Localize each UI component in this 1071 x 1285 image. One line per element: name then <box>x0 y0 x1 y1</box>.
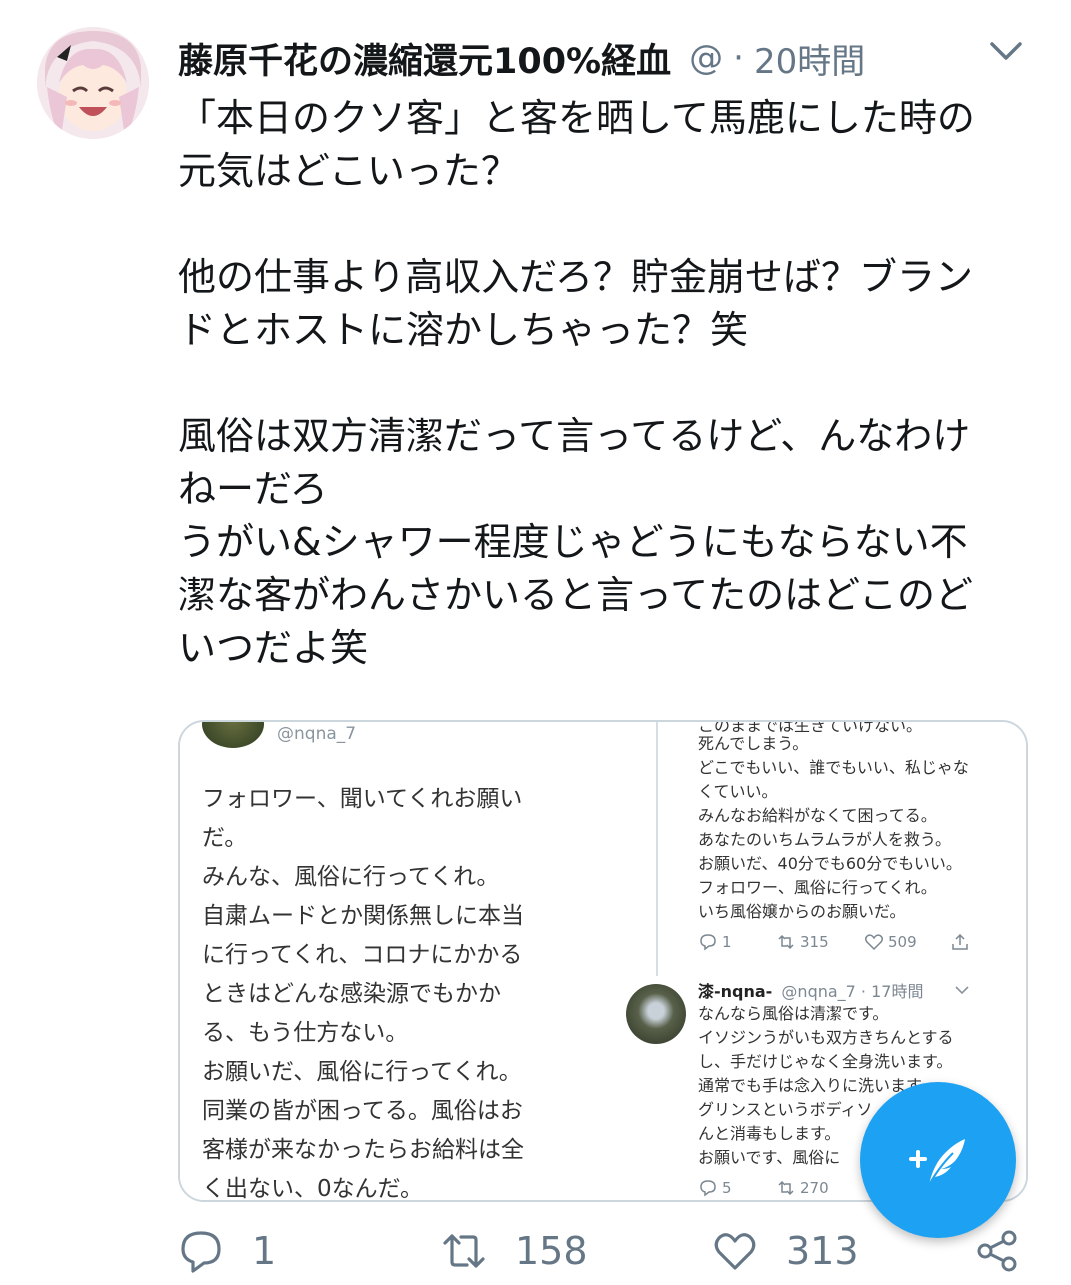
user-handle[interactable]: @ <box>689 38 723 78</box>
embedded-line: なんなら風俗は清潔です。 <box>698 1004 889 1023</box>
heart-icon <box>864 934 884 951</box>
tweet-line: いつだよ笑 <box>178 626 369 670</box>
like-button[interactable]: 313 <box>712 1228 859 1274</box>
tweet-line: 風俗は双方清潔だって言ってるけど、んなわけ <box>178 414 971 458</box>
embedded-line: 客様が来なかったらお給料は全 <box>202 1137 524 1163</box>
embedded-line: 自粛ムードとか関係無しに本当 <box>202 903 524 929</box>
embedded-line: 死んでしまう。 <box>698 734 809 753</box>
reply-icon <box>700 1180 716 1197</box>
retweet-icon <box>778 1180 794 1196</box>
embedded-share <box>950 932 974 952</box>
tweet-time[interactable]: 20時間 <box>754 34 865 83</box>
tweet-line: うがい&シャワー程度じゃどうにもならない不 <box>178 520 968 564</box>
tweet-line: ねーだろ <box>178 467 328 511</box>
embedded-line: に行ってくれ、コロナにかかる <box>202 942 523 968</box>
retweet-count: 158 <box>515 1229 588 1273</box>
embedded-line: ときはどんな感染源でもかか <box>202 981 501 1007</box>
embedded-line: 同業の皆が困ってる。風俗はお <box>202 1098 523 1124</box>
embedded-tweet-header: 漆-nqna- @nqna_7 · 17時間 <box>698 978 1018 1002</box>
heart-icon <box>714 1233 756 1270</box>
chevron-down-icon[interactable] <box>988 38 1024 66</box>
embedded-tweet-text: フォロワー、聞いてくれお願い だ。 みんな、風俗に行ってくれ。 自粛ムードとか関… <box>202 780 642 1202</box>
retweet-button[interactable]: 158 <box>441 1228 588 1274</box>
embedded-handle: @nqna_7 <box>277 724 357 744</box>
share-icon <box>952 933 968 950</box>
embedded-line: し、手だけじゃなく全身洗います。 <box>698 1052 953 1071</box>
tweet-line: 潔な客がわんさかいると言ってたのはどこのど <box>178 573 973 617</box>
media-image-left[interactable]: @nqna_7 フォロワー、聞いてくれお願い だ。 みんな、風俗に行ってくれ。 … <box>180 722 650 1200</box>
separator-dot: · <box>733 38 744 78</box>
embedded-retweet: 270 <box>776 1178 829 1198</box>
tweet-blank-line <box>178 357 1038 410</box>
share-button[interactable] <box>974 1228 1048 1274</box>
embedded-line: いち風俗嬢からのお願いだ。 <box>698 902 906 921</box>
thread-line <box>656 722 658 976</box>
reply-count: 1 <box>252 1229 277 1273</box>
embedded-line: る、もう仕方ない。 <box>202 1020 409 1046</box>
embedded-retweet-count: 270 <box>800 1179 829 1197</box>
like-count: 313 <box>786 1229 859 1273</box>
tweet-line: 元気はどこいった？ <box>178 149 519 193</box>
reply-button[interactable]: 1 <box>178 1228 276 1274</box>
chevron-down-icon <box>955 986 969 995</box>
embedded-line: フォロワー、聞いてくれお願い <box>202 786 523 812</box>
embedded-line: フォロワー、風俗に行ってくれ。 <box>698 878 937 897</box>
embedded-retweet-count: 315 <box>800 933 829 951</box>
compose-tweet-icon <box>909 1139 965 1190</box>
embedded-line: みんな、風俗に行ってくれ。 <box>202 864 500 890</box>
retweet-icon <box>443 1234 485 1268</box>
share-icon <box>977 1230 1017 1272</box>
tweet-line: 「本日のクソ客」と客を晒して馬鹿にした時の <box>178 96 975 140</box>
tweet-line: 他の仕事より高収入だろ？貯金崩せば？ブラン <box>178 255 973 299</box>
embedded-reply: 1 <box>698 932 776 952</box>
embedded-retweet: 315 <box>776 932 864 952</box>
embedded-handle-time: @nqna_7 · 17時間 <box>781 982 924 1001</box>
embedded-avatar <box>202 722 264 748</box>
embedded-line: あなたのいちムラムラが人を救う。 <box>698 830 951 849</box>
tweet-text: 「本日のクソ客」と客を晒して馬鹿にした時の 元気はどこいった？ 他の仕事より高収… <box>178 92 1038 675</box>
embedded-avatar <box>626 984 686 1044</box>
display-name[interactable]: 藤原千花の濃縮還元100%経血 <box>178 33 671 84</box>
embedded-line: お願いだ、40分でも60分でもいい。 <box>698 854 962 873</box>
embedded-line: く出ない、0なんだ。 <box>202 1176 423 1202</box>
embedded-reply: 5 <box>698 1178 776 1198</box>
embedded-line: みんなお給料がなくて困ってる。 <box>698 806 937 825</box>
tweet-header: 藤原千花の濃縮還元100%経血 @ · 20時間 <box>178 30 1038 86</box>
embedded-line: お願いだ、風俗に行ってくれ。 <box>202 1059 522 1085</box>
tweet-blank-line <box>178 198 1038 251</box>
avatar-image <box>37 27 149 139</box>
tweet-actions: 1 158 313 <box>178 1228 1048 1278</box>
retweet-icon <box>778 934 794 950</box>
user-avatar[interactable] <box>37 27 149 139</box>
embedded-reply-count: 1 <box>722 933 732 951</box>
embedded-line: だ。 <box>202 825 248 851</box>
embedded-line: どこでもいい、誰でもいい、私じゃな <box>698 758 969 777</box>
embedded-line: くていい。 <box>698 782 778 801</box>
embedded-line: イソジンうがいも双方きちんとする <box>698 1028 954 1047</box>
embedded-actions: 1 315 509 <box>698 930 998 954</box>
embedded-like: 509 <box>864 932 950 952</box>
reply-icon <box>700 934 716 951</box>
embedded-display-name: 漆-nqna- <box>698 982 773 1001</box>
embedded-tweet-text: 死んでしまう。 どこでもいい、誰でもいい、私じゃな くていい。 みんなお給料がな… <box>698 732 1026 924</box>
reply-icon <box>181 1231 221 1273</box>
embedded-like-count: 509 <box>888 933 917 951</box>
compose-button[interactable] <box>860 1082 1016 1238</box>
tweet-line: ドとホストに溶かしちゃった？笑 <box>178 308 749 352</box>
embedded-reply-count: 5 <box>722 1179 732 1197</box>
